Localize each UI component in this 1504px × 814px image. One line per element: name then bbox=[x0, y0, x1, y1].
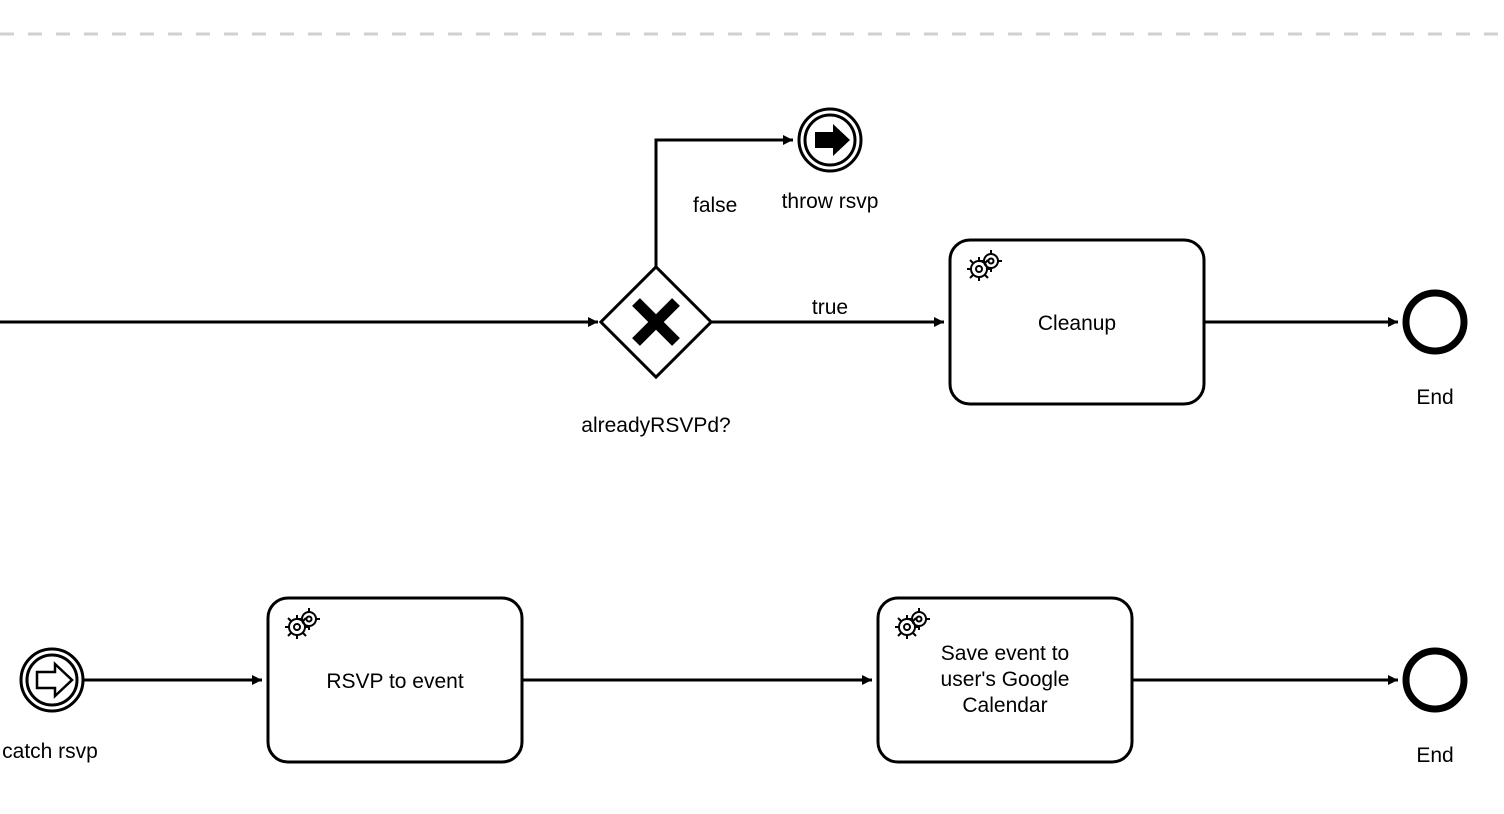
save-calendar-task: Save event to user's Google Calendar bbox=[878, 598, 1132, 762]
save-task-label-line2: user's Google bbox=[941, 668, 1070, 691]
false-label: false bbox=[693, 194, 737, 217]
end-event-2 bbox=[1406, 651, 1464, 709]
save-task-label-line3: Calendar bbox=[962, 694, 1047, 717]
true-label: true bbox=[812, 296, 848, 319]
end-event-1 bbox=[1406, 293, 1464, 351]
rsvp-task: RSVP to event bbox=[268, 598, 522, 762]
catch-link-label: catch rsvp bbox=[2, 740, 98, 763]
rsvp-task-label: RSVP to event bbox=[326, 670, 464, 693]
throw-link-event bbox=[799, 109, 861, 171]
exclusive-gateway bbox=[601, 267, 711, 377]
end-event-2-label: End bbox=[1416, 744, 1453, 767]
gateway-label: alreadyRSVPd? bbox=[581, 414, 730, 437]
throw-link-label: throw rsvp bbox=[782, 190, 879, 213]
catch-link-event bbox=[21, 649, 83, 711]
save-task-label-line1: Save event to bbox=[941, 642, 1069, 665]
end-event-1-label: End bbox=[1416, 386, 1453, 409]
cleanup-task: Cleanup bbox=[950, 240, 1204, 404]
cleanup-task-label: Cleanup bbox=[1038, 312, 1116, 335]
